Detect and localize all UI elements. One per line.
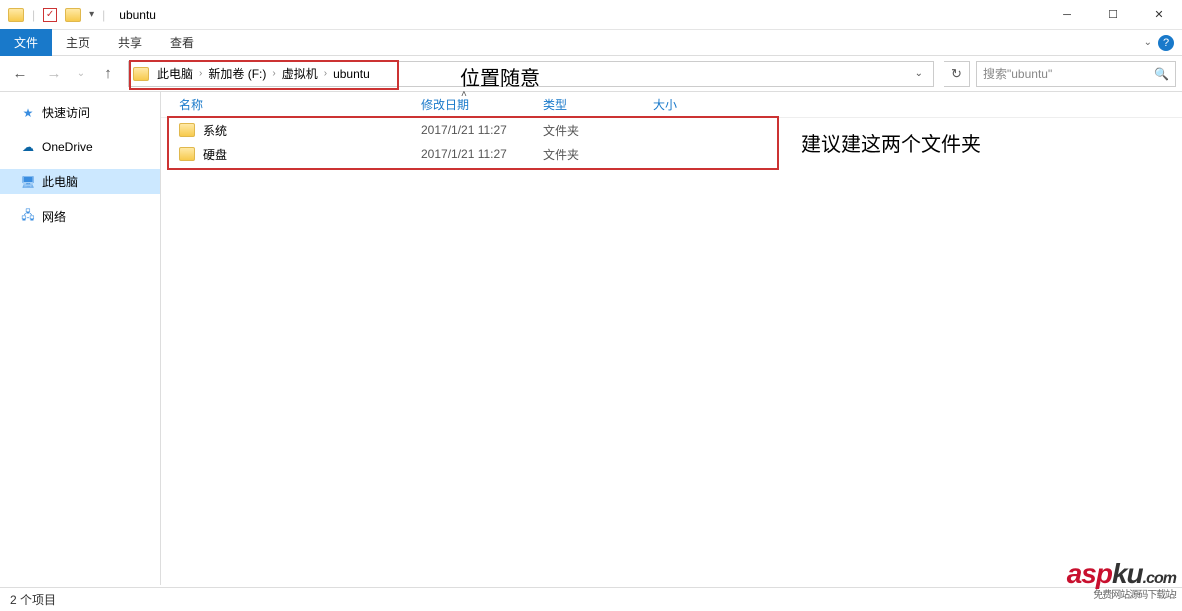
file-type: 文件夹 xyxy=(543,146,653,163)
refresh-button[interactable]: ↻ xyxy=(944,61,970,87)
column-header-type[interactable]: 类型 xyxy=(543,96,653,113)
annotation-text: 建议建这两个文件夹 xyxy=(801,128,981,157)
recent-dropdown-icon[interactable]: ⌄ xyxy=(74,61,88,87)
ribbon-tabs: 文件 主页 共享 查看 ⌄ ? xyxy=(0,30,1182,56)
ribbon-expand-icon[interactable]: ⌄ xyxy=(1144,37,1152,48)
file-date: 2017/1/21 11:27 xyxy=(421,123,543,137)
window-controls: ─ ☐ ✕ xyxy=(1044,0,1182,30)
column-header-date[interactable]: 修改日期 xyxy=(421,96,543,113)
sidebar-item-label: 快速访问 xyxy=(42,104,90,121)
breadcrumb: 此电脑› 新加卷 (F:)› 虚拟机› ubuntu xyxy=(155,65,372,82)
sidebar: ★ 快速访问 ☁ OneDrive 🖥 此电脑 🖧 网络 xyxy=(0,92,161,585)
maximize-button[interactable]: ☐ xyxy=(1090,0,1136,30)
titlebar: | ✓ ▾ | ubuntu ─ ☐ ✕ xyxy=(0,0,1182,30)
new-folder-icon[interactable] xyxy=(65,8,81,22)
sort-indicator-icon: ˄ xyxy=(461,89,467,100)
forward-button[interactable]: → xyxy=(40,61,68,87)
watermark-asp: asp xyxy=(1067,558,1112,589)
search-placeholder: 搜索"ubuntu" xyxy=(983,65,1052,82)
column-header-size[interactable]: 大小 xyxy=(653,96,733,113)
folder-icon xyxy=(133,67,149,81)
chevron-right-icon[interactable]: › xyxy=(268,68,279,79)
file-date: 2017/1/21 11:27 xyxy=(421,147,543,161)
file-list: 系统 2017/1/21 11:27 文件夹 硬盘 2017/1/21 11:2… xyxy=(161,118,1182,166)
back-button[interactable]: ← xyxy=(6,61,34,87)
sidebar-item-quick-access[interactable]: ★ 快速访问 xyxy=(0,100,160,125)
quick-access-toolbar: | ✓ ▾ | xyxy=(0,8,113,22)
status-item-count: 2 个项目 xyxy=(10,591,56,608)
watermark: aspku.com 免费网站源码下载站! xyxy=(1067,558,1176,601)
file-type: 文件夹 xyxy=(543,122,653,139)
folder-icon xyxy=(179,123,195,137)
tab-file[interactable]: 文件 xyxy=(0,29,52,56)
breadcrumb-part[interactable]: ubuntu xyxy=(331,67,372,81)
divider: | xyxy=(32,8,35,22)
content-area: ˄ 名称 修改日期 类型 大小 系统 2017/1/21 11:27 文件夹 硬… xyxy=(161,92,1182,585)
chevron-right-icon[interactable]: › xyxy=(320,68,331,79)
file-name: 系统 xyxy=(203,122,421,139)
body: ★ 快速访问 ☁ OneDrive 🖥 此电脑 🖧 网络 ˄ 名称 修改日期 类… xyxy=(0,92,1182,585)
sidebar-item-label: OneDrive xyxy=(42,140,93,154)
close-button[interactable]: ✕ xyxy=(1136,0,1182,30)
tab-home[interactable]: 主页 xyxy=(52,29,104,56)
tab-view[interactable]: 查看 xyxy=(156,29,208,56)
address-dropdown-icon[interactable]: ⌄ xyxy=(909,68,929,79)
status-bar: 2 个项目 xyxy=(0,587,1182,611)
network-icon: 🖧 xyxy=(20,209,36,225)
divider: | xyxy=(102,8,105,22)
breadcrumb-part[interactable]: 此电脑 xyxy=(155,65,195,82)
sidebar-item-label: 此电脑 xyxy=(42,173,78,190)
navbar: ← → ⌄ ↑ 此电脑› 新加卷 (F:)› 虚拟机› ubuntu ⌄ ↻ 搜… xyxy=(0,56,1182,92)
column-headers: 名称 修改日期 类型 大小 xyxy=(161,92,1182,118)
sidebar-item-label: 网络 xyxy=(42,208,66,225)
search-input[interactable]: 搜索"ubuntu" 🔍 xyxy=(976,61,1176,87)
window-title: ubuntu xyxy=(113,8,156,22)
sidebar-item-onedrive[interactable]: ☁ OneDrive xyxy=(0,135,160,159)
tab-share[interactable]: 共享 xyxy=(104,29,156,56)
sidebar-item-this-pc[interactable]: 🖥 此电脑 xyxy=(0,169,160,194)
watermark-com: .com xyxy=(1143,570,1176,587)
chevron-right-icon[interactable]: › xyxy=(195,68,206,79)
watermark-ku: ku xyxy=(1112,558,1143,589)
search-icon[interactable]: 🔍 xyxy=(1154,67,1169,81)
up-button[interactable]: ↑ xyxy=(94,61,122,87)
column-header-name[interactable]: 名称 xyxy=(161,96,421,113)
annotation-text: 位置随意 xyxy=(460,62,540,91)
cloud-icon: ☁ xyxy=(20,139,36,155)
help-icon[interactable]: ? xyxy=(1158,35,1174,51)
breadcrumb-part[interactable]: 新加卷 (F:) xyxy=(206,65,268,82)
properties-icon[interactable]: ✓ xyxy=(43,8,57,22)
star-icon: ★ xyxy=(20,105,36,121)
folder-icon[interactable] xyxy=(8,8,24,22)
minimize-button[interactable]: ─ xyxy=(1044,0,1090,30)
list-item[interactable]: 系统 2017/1/21 11:27 文件夹 xyxy=(161,118,1182,142)
sidebar-item-network[interactable]: 🖧 网络 xyxy=(0,204,160,229)
breadcrumb-part[interactable]: 虚拟机 xyxy=(280,65,320,82)
computer-icon: 🖥 xyxy=(20,174,36,190)
list-item[interactable]: 硬盘 2017/1/21 11:27 文件夹 xyxy=(161,142,1182,166)
qat-dropdown-icon[interactable]: ▾ xyxy=(89,9,94,20)
folder-icon xyxy=(179,147,195,161)
file-name: 硬盘 xyxy=(203,146,421,163)
